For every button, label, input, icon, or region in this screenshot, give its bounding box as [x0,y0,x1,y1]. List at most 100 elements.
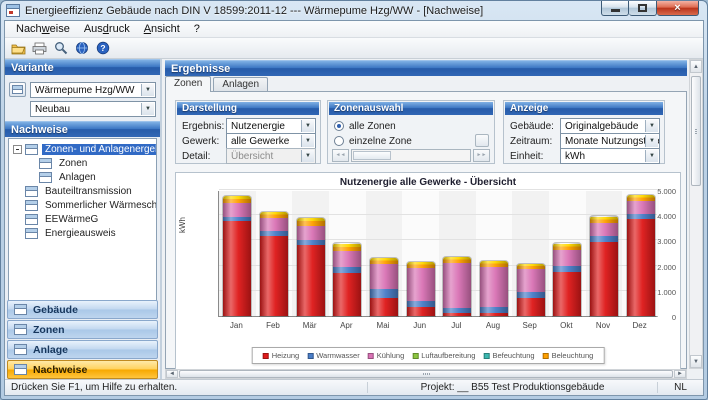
x-tick-label: Feb [255,321,292,330]
scroll-left-icon[interactable]: ◄ [166,370,178,378]
variante-header: Variante [5,59,160,75]
variante-select[interactable]: Wärmepume Hzg/WW ▼ [30,82,156,98]
tree-item-label: Energieausweis [42,228,119,239]
status-help-text: Drücken Sie F1, um Hilfe zu erhalten. [5,382,367,393]
radio-alle-zonen[interactable] [334,121,344,131]
tree-item-label: Sommerlicher Wärmeschutz [42,200,157,211]
chevron-down-icon: ▼ [141,103,154,115]
print-button[interactable] [29,39,50,57]
segment-heizung [517,298,545,316]
segment-beleuchtung [333,244,361,251]
zoom-icon [54,41,68,55]
legend-item-luftaufbereitung: Luftaufbereitung [412,351,475,360]
tree-item-bauteiltransmission[interactable]: Bauteiltransmission [9,184,156,198]
chevron-down-icon: ▼ [645,120,658,132]
zeitraum-select[interactable]: Monate Nutzungstage ▼ [560,133,660,149]
tree-item-energieausweis[interactable]: Energieausweis [9,226,156,240]
table-icon [25,186,38,197]
gebaeude-select[interactable]: Originalgebäude ▼ [560,118,660,134]
collapse-icon[interactable] [13,145,22,154]
x-tick-label: Jul [438,321,475,330]
nav-button-anlage[interactable]: Anlage [7,340,158,359]
segment-heizung [333,273,361,316]
window-title: Energieeffizienz Gebäude nach DIN V 1859… [25,5,483,17]
close-button[interactable]: × [657,1,699,16]
tab-zonen[interactable]: Zonen [165,76,211,92]
tree-item-anlagen[interactable]: Anlagen [9,170,156,184]
help-icon: ? [96,41,110,55]
gridline [219,189,657,190]
sidebar-nav: Gebäude ZonenAnlageNachweise [7,299,158,379]
segment-heizung [407,307,435,316]
table-icon [25,214,38,225]
ergebnisse-header: Ergebnisse [165,60,687,76]
minimize-button[interactable] [601,1,629,16]
nav-button-label: Gebäude [33,304,78,316]
variante-manager-button[interactable] [9,82,26,97]
chevron-down-icon: ▼ [645,150,658,162]
help-button[interactable]: ? [92,39,113,57]
einheit-select-value: kWh [565,151,585,162]
status-bar: Drücken Sie F1, um Hilfe zu erhalten. Pr… [5,379,703,395]
preview-button[interactable] [50,39,71,57]
y-tick-label: 4.000 [640,212,676,221]
segment-k-hlung [407,268,435,301]
bar-aug [480,261,508,316]
bar-okt [553,243,581,316]
menu-item-ansicht[interactable]: Ansicht [137,22,187,36]
legend-label: Heizung [272,351,300,360]
tree-item-sommerlicher-w-rmeschutz[interactable]: Sommerlicher Wärmeschutz [9,198,156,212]
menu-item-nachweise[interactable]: Nachweise [9,22,77,36]
menu-item-help[interactable]: ? [187,22,207,36]
globe-icon [75,41,89,55]
ergebnis-select-value: Nutzenergie [231,121,285,132]
open-folder-icon [11,42,26,55]
chart-plot [218,191,658,317]
nav-button-nachweise[interactable]: Nachweise [7,360,158,379]
einheit-select[interactable]: kWh ▼ [560,148,660,164]
segment-k-hlung [223,203,251,217]
vertical-scrollbar[interactable]: ▲ ▼ [689,59,703,369]
scroll-right-icon[interactable]: ► [674,370,686,378]
group-anzeige: Anzeige Gebäude: Originalgebäude ▼ Zeitr… [503,100,665,164]
scroll-up-icon[interactable]: ▲ [690,60,702,73]
legend-label: Kühlung [377,351,405,360]
x-tick-label: Dez [621,321,658,330]
x-tick-label: Jan [218,321,255,330]
bar-mai [370,258,398,316]
chevron-down-icon: ▼ [645,135,658,147]
menu-bar: NachweiseAusdruckAnsicht? [5,21,703,38]
horizontal-scrollbar[interactable]: ◄ ► [165,369,687,379]
vertical-scroll-thumb[interactable] [691,76,701,186]
scroll-down-icon[interactable]: ▼ [690,355,702,368]
gewerk-select[interactable]: alle Gewerke ▼ [226,133,316,149]
tree-item-eew-rmeg[interactable]: EEWärmeG [9,212,156,226]
group-zonenauswahl-title: Zonenauswahl [329,102,493,115]
bautyp-select[interactable]: Neubau ▼ [30,101,156,117]
nav-button-geb-ude[interactable]: Gebäude [7,300,158,319]
menu-item-ausdruck[interactable]: Ausdruck [77,22,137,36]
y-tick-label: 1.000 [640,288,676,297]
segment-heizung [553,272,581,316]
radio-einzelne-zone[interactable] [334,136,344,146]
tab-anlagen[interactable]: Anlagen [213,77,268,92]
segment-heizung [297,245,325,316]
tree-item-zonen[interactable]: Zonen [9,156,156,170]
legend-item-befeuchtung: Befeuchtung [483,351,534,360]
segment-beleuchtung [297,218,325,226]
online-button[interactable] [71,39,92,57]
tree-item-label: EEWärmeG [42,214,101,225]
nav-button-zonen[interactable]: Zonen [7,320,158,339]
horizontal-scroll-thumb[interactable] [179,370,673,378]
x-tick-label: Mai [365,321,402,330]
gebaeude-select-value: Originalgebäude [565,121,638,132]
segment-k-hlung [590,223,618,236]
nachweise-header: Nachweise [5,121,160,137]
ergebnis-select[interactable]: Nutzenergie ▼ [226,118,316,134]
slider-prev-button: ◄◄ [332,149,349,162]
maximize-button[interactable] [629,1,657,16]
legend-swatch [412,353,418,359]
tree-item-zonen-und-anlagenergebnisse[interactable]: Zonen- und Anlagenergebnisse [9,142,156,156]
segment-heizung [443,313,471,316]
open-button[interactable] [8,39,29,57]
